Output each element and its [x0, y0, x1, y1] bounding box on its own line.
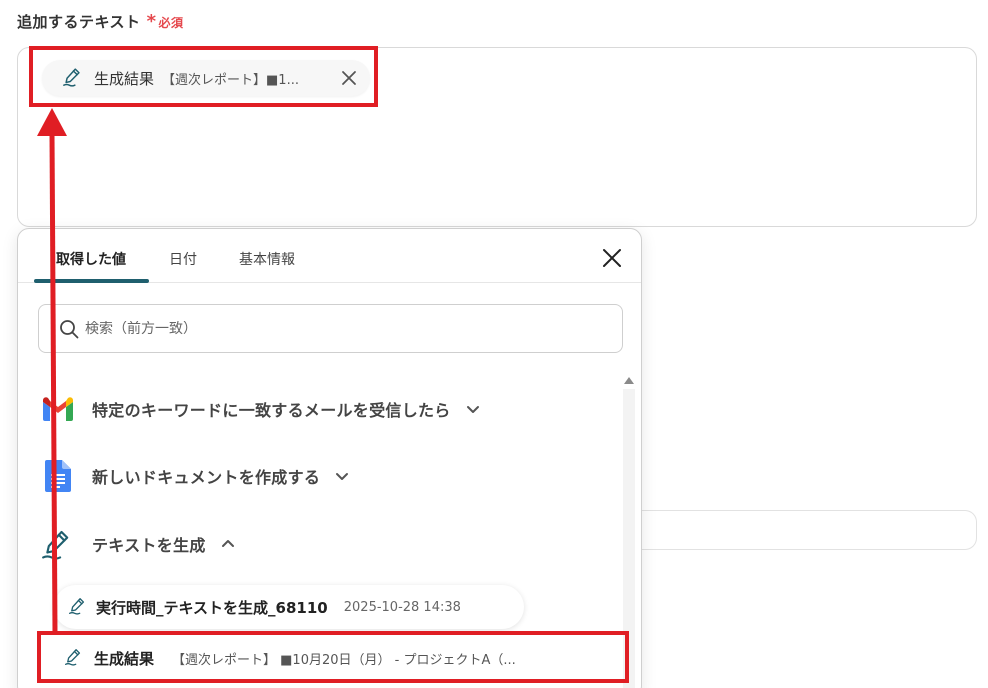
- tab-basic-info[interactable]: 基本情報: [239, 249, 295, 269]
- group-gmail-trigger[interactable]: 特定のキーワードに一致するメールを受信したら: [40, 391, 481, 427]
- pen-icon: [64, 646, 84, 670]
- close-icon: [603, 249, 621, 267]
- chevron-down-icon: [334, 468, 350, 484]
- required-text: 必須: [158, 16, 184, 30]
- group-google-docs[interactable]: 新しいドキュメントを作成する: [40, 458, 350, 494]
- search-icon: [60, 319, 79, 338]
- group-text-generation[interactable]: テキストを生成: [40, 526, 236, 562]
- gmail-icon: [40, 391, 76, 427]
- pen-icon: [68, 595, 88, 619]
- item-value: 2025-10-28 14:38: [343, 599, 461, 615]
- list-item-generated-result[interactable]: 生成結果 【週次レポート】 ■10月20日（月） - プロジェクトA（...: [54, 636, 614, 680]
- group-label: テキストを生成: [92, 536, 206, 555]
- chip-preview: 【週次レポート】■1...: [162, 72, 299, 88]
- active-tab-indicator: [34, 279, 149, 283]
- google-docs-icon: [40, 458, 76, 494]
- chip-name: 生成結果: [94, 69, 155, 88]
- chevron-up-icon: [220, 536, 236, 552]
- item-value: 【週次レポート】 ■10月20日（月） - プロジェクトA（...: [172, 652, 516, 668]
- background-input-field[interactable]: [620, 510, 977, 550]
- group-label: 新しいドキュメントを作成する: [92, 468, 321, 487]
- scroll-up-arrow[interactable]: [624, 377, 634, 384]
- value-picker-panel: 取得した値 日付 基本情報 特定のキーワードに一致するメールを受信したら: [17, 228, 642, 688]
- chevron-down-icon: [465, 401, 481, 417]
- tab-bar: 取得した値 日付 基本情報: [18, 229, 641, 283]
- search-box: [38, 304, 623, 353]
- item-name: 実行時間_テキストを生成_68110: [96, 598, 328, 617]
- pen-icon: [40, 526, 76, 562]
- tab-date[interactable]: 日付: [169, 249, 197, 269]
- item-name: 生成結果: [94, 649, 155, 668]
- field-label-text: 追加するテキスト: [17, 13, 141, 31]
- group-label: 特定のキーワードに一致するメールを受信したら: [92, 401, 451, 420]
- close-icon: [342, 71, 356, 85]
- scrollbar-track[interactable]: [623, 389, 635, 688]
- panel-close-button[interactable]: [601, 247, 623, 269]
- required-mark: *: [146, 11, 157, 32]
- pen-icon: [62, 65, 84, 91]
- chip-remove-button[interactable]: [338, 67, 360, 89]
- tab-acquired-values[interactable]: 取得した値: [56, 249, 126, 269]
- field-label: 追加するテキスト * 必須: [17, 11, 184, 32]
- variable-chip[interactable]: 生成結果 【週次レポート】■1...: [42, 60, 370, 96]
- list-item-execution-time[interactable]: 実行時間_テキストを生成_68110 2025-10-28 14:38: [54, 585, 524, 629]
- search-input[interactable]: [85, 320, 565, 337]
